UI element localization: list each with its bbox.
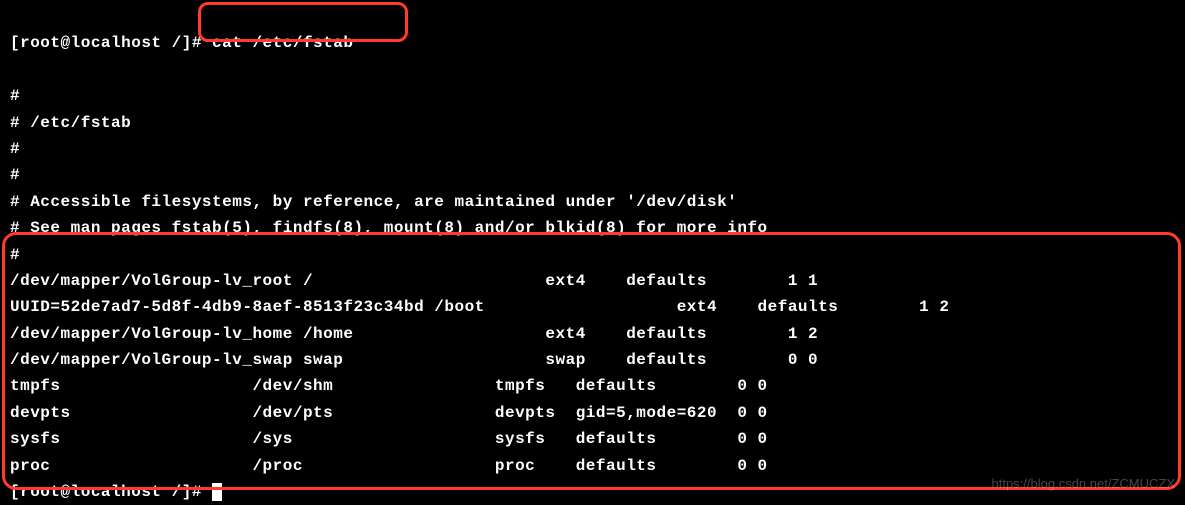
terminal-output: [root@localhost /]# cat /etc/fstab # # /… <box>10 4 1175 505</box>
output-line-9: UUID=52de7ad7-5d8f-4db9-8aef-8513f23c34b… <box>10 298 949 316</box>
output-line-15: proc /proc proc defaults 0 0 <box>10 457 768 475</box>
output-line-1: # <box>10 87 20 105</box>
output-line-3: # <box>10 140 20 158</box>
watermark-text: https://blog.csdn.net/ZCMUCZX <box>991 473 1175 494</box>
cursor-icon <box>212 483 222 501</box>
output-line-11: /dev/mapper/VolGroup-lv_swap swap swap d… <box>10 351 818 369</box>
output-line-14: sysfs /sys sysfs defaults 0 0 <box>10 430 768 448</box>
output-line-7: # <box>10 246 20 264</box>
output-line-8: /dev/mapper/VolGroup-lv_root / ext4 defa… <box>10 272 818 290</box>
output-line-4: # <box>10 166 20 184</box>
output-line-13: devpts /dev/pts devpts gid=5,mode=620 0 … <box>10 404 768 422</box>
output-line-5: # Accessible filesystems, by reference, … <box>10 193 737 211</box>
output-line-12: tmpfs /dev/shm tmpfs defaults 0 0 <box>10 377 768 395</box>
shell-prompt: [root@localhost /]# <box>10 483 212 501</box>
shell-prompt: [root@localhost /]# <box>10 34 212 52</box>
typed-command: cat /etc/fstab <box>212 34 353 52</box>
output-line-6: # See man pages fstab(5), findfs(8), mou… <box>10 219 768 237</box>
output-line-2: # /etc/fstab <box>10 114 131 132</box>
prompt-line-2[interactable]: [root@localhost /]# <box>10 483 222 501</box>
output-line-10: /dev/mapper/VolGroup-lv_home /home ext4 … <box>10 325 818 343</box>
prompt-line-1[interactable]: [root@localhost /]# cat /etc/fstab <box>10 34 353 52</box>
